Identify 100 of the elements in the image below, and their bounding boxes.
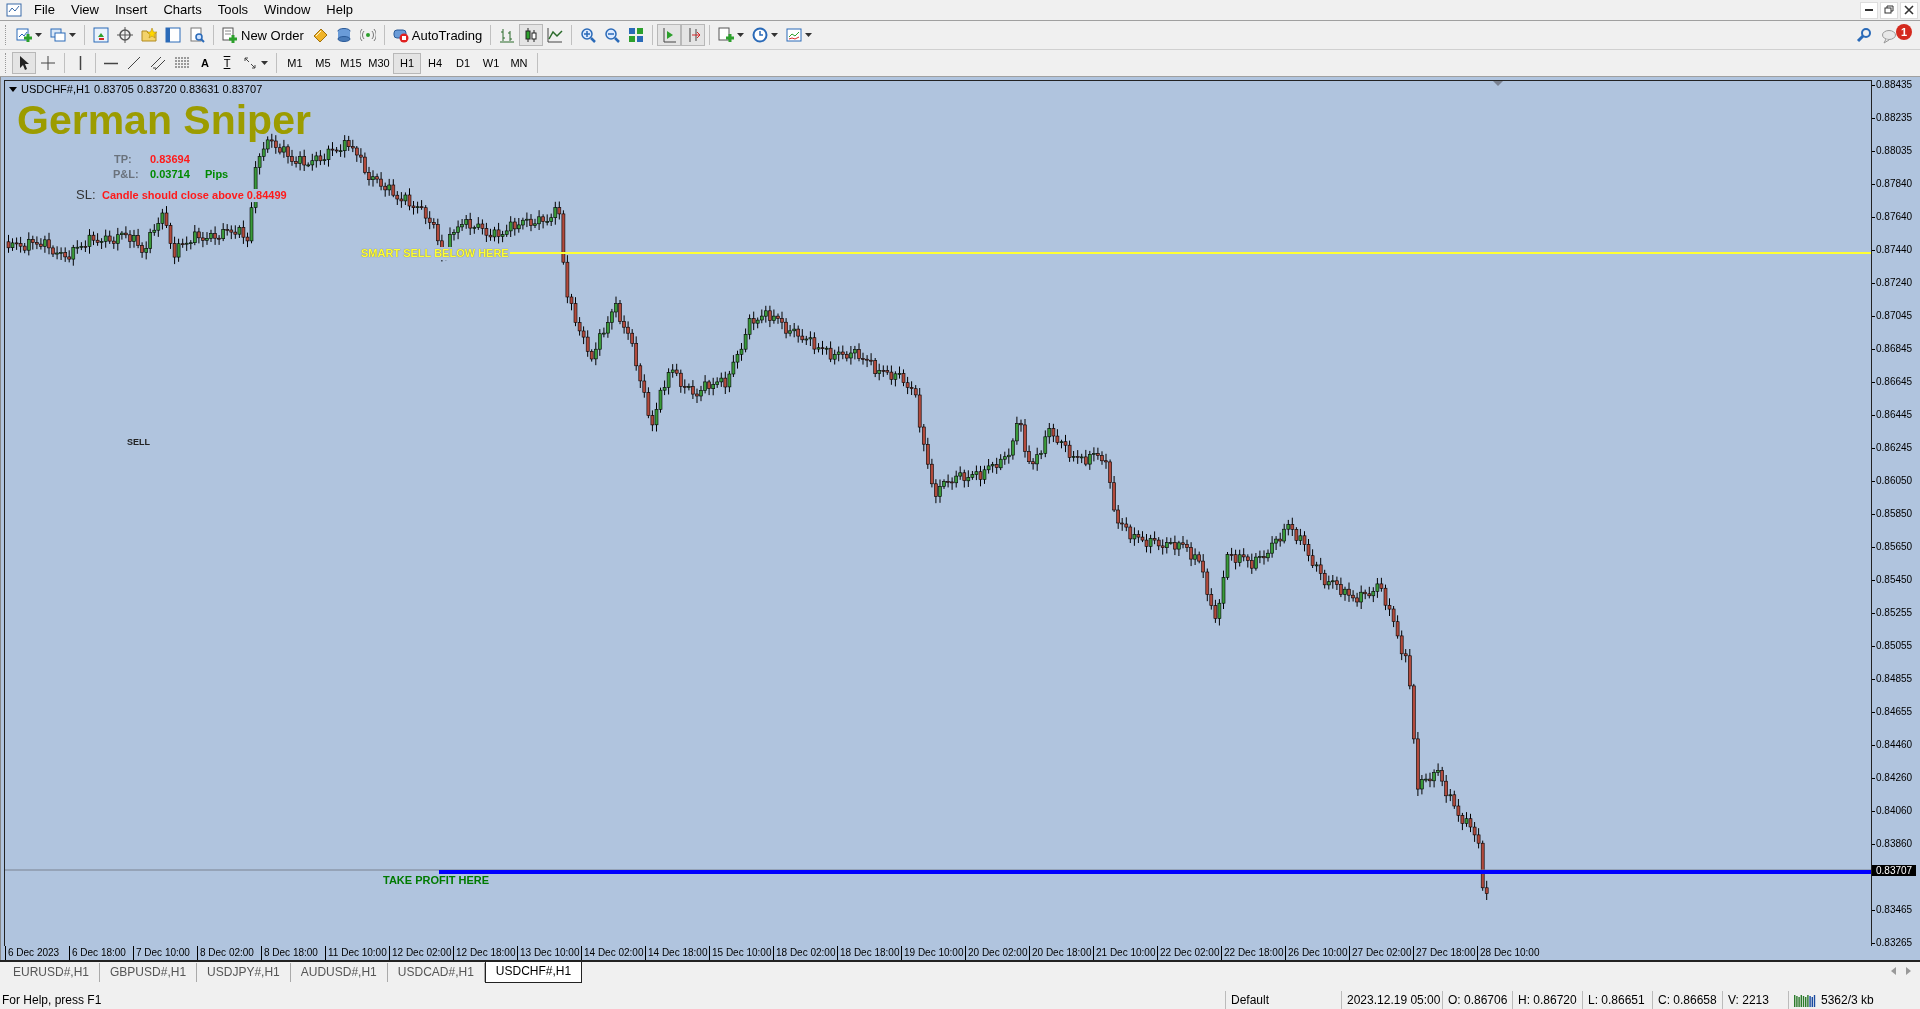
minimize-icon bbox=[1865, 9, 1873, 11]
price-label: 0.86050 bbox=[1876, 475, 1913, 486]
chart-tab[interactable]: USDJPY#,H1 bbox=[197, 963, 291, 982]
chart-symbol: USDCHF#,H1 bbox=[21, 83, 91, 95]
chart-shift-button[interactable] bbox=[681, 24, 706, 46]
autoscroll-icon bbox=[661, 27, 678, 43]
chart-tab[interactable]: EURUSD#,H1 bbox=[3, 963, 101, 982]
close-icon bbox=[1904, 5, 1914, 15]
scroll-left-icon[interactable] bbox=[1890, 967, 1897, 975]
price-label: 0.85255 bbox=[1876, 607, 1913, 618]
high-price: H: 0.86720 bbox=[1518, 992, 1577, 1009]
traffic-text: 5362/3 kb bbox=[1821, 992, 1874, 1009]
price-label: 0.85650 bbox=[1876, 541, 1913, 552]
ohlc-values: 0.83705 0.83720 0.83631 0.83707 bbox=[94, 83, 263, 95]
vertical-line-icon bbox=[78, 56, 82, 70]
indicator-title: German Sniper bbox=[17, 97, 311, 143]
timeframe-button[interactable]: M15 bbox=[337, 52, 365, 74]
bar-chart-icon bbox=[499, 27, 516, 43]
indicator-plus-icon bbox=[718, 27, 735, 43]
app-icon bbox=[6, 2, 22, 18]
scroll-right-icon[interactable] bbox=[1905, 967, 1912, 975]
price-label: 0.85055 bbox=[1876, 640, 1913, 651]
menu-item[interactable]: View bbox=[62, 0, 107, 20]
channel-icon bbox=[150, 55, 166, 71]
bar-time: 2023.12.19 05:00 bbox=[1347, 992, 1441, 1009]
price-label: 0.88035 bbox=[1876, 145, 1913, 156]
text-button[interactable]: A bbox=[194, 52, 216, 74]
notification-badge: 1 bbox=[1896, 24, 1912, 40]
collapse-triangle-icon bbox=[9, 86, 17, 92]
menu-item[interactable]: Help bbox=[318, 0, 362, 20]
price-label: 0.83860 bbox=[1876, 838, 1913, 849]
new-order-button[interactable]: New Order bbox=[218, 24, 308, 46]
chart-shift-marker-icon bbox=[1493, 81, 1503, 86]
sl-condition: Candle should close above 0.84499 bbox=[101, 189, 288, 202]
price-label: 0.86445 bbox=[1876, 409, 1913, 420]
price-label: 0.83265 bbox=[1876, 937, 1913, 948]
window-arrows-icon bbox=[93, 27, 109, 43]
timeframe-button[interactable]: M5 bbox=[309, 52, 337, 74]
timeframe-button[interactable]: W1 bbox=[477, 52, 505, 74]
price-label: 0.88235 bbox=[1876, 112, 1913, 123]
sl-label: SL: bbox=[76, 188, 96, 201]
candlestick-icon bbox=[523, 27, 540, 43]
arrows-icon bbox=[242, 55, 258, 71]
price-label: 0.87240 bbox=[1876, 277, 1913, 288]
crosshair-icon bbox=[40, 55, 56, 71]
chart-tab[interactable]: AUDUSD#,H1 bbox=[290, 963, 388, 982]
search-icon[interactable] bbox=[1856, 27, 1872, 43]
menu-item[interactable]: Tools bbox=[209, 0, 257, 20]
zoom-out-icon bbox=[604, 27, 621, 43]
chart-plus-icon bbox=[16, 27, 32, 43]
document-plus-icon bbox=[222, 27, 238, 43]
minimize-button[interactable] bbox=[1860, 1, 1878, 19]
pnl-label: P&L: bbox=[113, 168, 139, 181]
chart-tab[interactable]: USDCHF#,H1 bbox=[484, 962, 583, 983]
price-label: 0.84655 bbox=[1876, 706, 1913, 717]
price-label: 0.86645 bbox=[1876, 376, 1913, 387]
folder-star-icon bbox=[141, 27, 157, 43]
menu-item[interactable]: Charts bbox=[155, 0, 210, 20]
restore-button[interactable] bbox=[1880, 1, 1898, 19]
crosshair-icon bbox=[117, 27, 133, 43]
template-icon bbox=[786, 27, 803, 43]
tile-windows-icon bbox=[628, 27, 645, 43]
candle-chart-button[interactable] bbox=[519, 24, 544, 46]
price-label: 0.83465 bbox=[1876, 904, 1913, 915]
pnl-value: 0.03714 bbox=[150, 168, 190, 181]
timeframe-button[interactable]: M30 bbox=[365, 52, 393, 74]
price-label: 0.87840 bbox=[1876, 178, 1913, 189]
menu-item[interactable]: Window bbox=[256, 0, 319, 20]
price-label: 0.86245 bbox=[1876, 442, 1913, 453]
autoscroll-button[interactable] bbox=[657, 24, 682, 46]
price-label: 0.84855 bbox=[1876, 673, 1913, 684]
timeframe-button[interactable]: H4 bbox=[421, 52, 449, 74]
zoom-in-icon bbox=[580, 27, 597, 43]
autotrading-button[interactable]: AutoTrading bbox=[388, 24, 487, 46]
low-price: L: 0.86651 bbox=[1588, 992, 1645, 1009]
timeframe-button[interactable]: MN bbox=[505, 52, 533, 74]
price-label: 0.88435 bbox=[1876, 79, 1913, 90]
line-chart-icon bbox=[547, 27, 564, 43]
trend-line-icon bbox=[126, 55, 142, 71]
windows-icon bbox=[50, 27, 66, 43]
price-label: 0.85850 bbox=[1876, 508, 1913, 519]
timeframe-button[interactable]: D1 bbox=[449, 52, 477, 74]
help-text: For Help, press F1 bbox=[1, 993, 103, 1007]
close-price: C: 0.86658 bbox=[1658, 992, 1717, 1009]
price-label: 0.84260 bbox=[1876, 772, 1913, 783]
cursor-button[interactable] bbox=[12, 52, 36, 74]
sell-label: SMART SELL BELOW HERE bbox=[360, 247, 510, 260]
current-price-label: 0.83707 bbox=[1872, 865, 1917, 876]
menu-item[interactable]: File bbox=[26, 0, 63, 20]
timeframe-button[interactable]: H1 bbox=[393, 52, 421, 74]
menu-item[interactable]: Insert bbox=[106, 0, 156, 20]
chart-tab[interactable]: GBPUSD#,H1 bbox=[100, 963, 198, 982]
price-label: 0.87440 bbox=[1876, 244, 1913, 255]
server-icon bbox=[335, 27, 352, 43]
chart-tab[interactable]: USDCAD#,H1 bbox=[387, 963, 485, 982]
profile-name: Default bbox=[1231, 992, 1270, 1009]
timeframe-button[interactable]: M1 bbox=[281, 52, 309, 74]
price-label: 0.84060 bbox=[1876, 805, 1913, 816]
close-button[interactable] bbox=[1900, 1, 1918, 19]
label-button[interactable]: T bbox=[216, 52, 238, 74]
